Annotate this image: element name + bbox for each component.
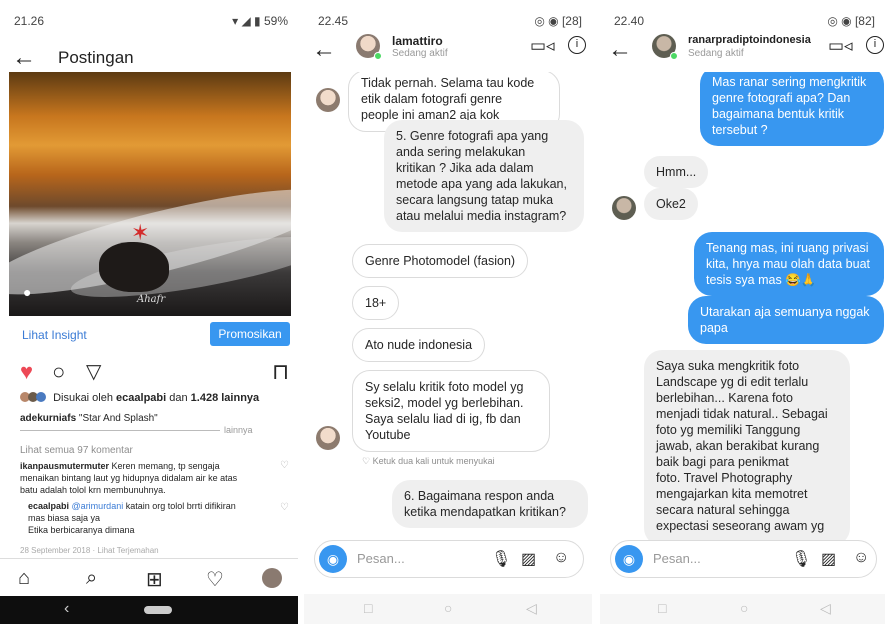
caption-divider — [20, 430, 220, 431]
contact-status: Sedang aktif — [688, 48, 744, 59]
system-back-icon[interactable]: ◁ — [820, 600, 831, 617]
message-bubble[interactable]: Sy selalu kritik foto model yg seksi2, m… — [352, 370, 550, 452]
back-arrow-icon[interactable]: ← — [12, 46, 36, 70]
battery-level: ◎ ◉ [28] — [534, 14, 582, 28]
system-nav-bar: ‹ — [0, 596, 298, 624]
chat-header: ← ranarpradiptoindonesia Sedang aktif ▭◃… — [600, 28, 885, 72]
search-icon[interactable]: ⌕ — [86, 567, 97, 590]
status-time: 22.45 — [318, 14, 349, 28]
caption-text: "Star And Splash" — [78, 413, 158, 424]
contact-name[interactable]: ranarpradiptoindonesia — [688, 34, 811, 46]
share-icon[interactable]: ▽ — [86, 360, 101, 384]
sticker-icon[interactable]: ☺ — [553, 549, 569, 567]
message-bubble[interactable]: 18+ — [352, 286, 400, 320]
message-composer: ◉ Pesan... 🎙 ▨ ☺ — [314, 540, 584, 578]
post-caption: adekurniafs "Star And Splash" — [20, 413, 158, 424]
contact-avatar[interactable] — [316, 426, 340, 450]
contact-avatar[interactable] — [316, 88, 340, 112]
home-icon[interactable]: ⌂ — [18, 567, 30, 590]
message-bubble[interactable]: Hmm... — [644, 156, 709, 188]
battery-level: ▾ ◢ ▮ 59% — [232, 14, 288, 28]
direct-message-screen: 22.45 ◎ ◉ [28] Tidak pernah. Selama tau … — [304, 0, 592, 624]
activity-heart-icon[interactable]: ♡ — [206, 567, 224, 592]
system-home-pill[interactable] — [144, 606, 172, 614]
comment-user[interactable]: ikanpausmutermuter — [20, 461, 109, 471]
caption-more-link[interactable]: lainnya — [224, 425, 253, 435]
comment-like-icon[interactable]: ♡ — [280, 502, 289, 513]
camera-icon[interactable]: ◉ — [615, 545, 643, 573]
info-icon[interactable]: i — [568, 36, 586, 54]
message-bubble[interactable]: Ato nude indonesia — [352, 328, 486, 362]
post-actions: ♥ ○ ▽ ⊓ — [0, 360, 298, 388]
status-time: 21.26 — [14, 14, 45, 28]
view-insight-link[interactable]: Lihat Insight — [22, 328, 87, 342]
back-arrow-icon[interactable]: ← — [608, 38, 632, 62]
home-circle-icon[interactable]: ○ — [444, 600, 452, 616]
comment-icon[interactable]: ○ — [52, 360, 65, 384]
comment-mention[interactable]: @arimurdani — [72, 501, 124, 511]
starfish-icon: ✶ — [131, 220, 150, 245]
photo-signature: Ahafr — [137, 294, 166, 305]
comment-item: ikanpausmutermuter Keren memang, tp seng… — [20, 461, 238, 495]
message-composer: ◉ Pesan... 🎙 ▨ ☺ — [610, 540, 877, 578]
post-photo[interactable]: ✶ ● Ahafr — [9, 72, 291, 316]
bookmark-icon[interactable]: ⊓ — [272, 360, 289, 384]
status-bar: 21.26 ▾ ◢ ▮ 59% — [0, 0, 298, 36]
online-status-dot — [374, 52, 382, 60]
likes-summary[interactable]: Disukai oleh ecaalpabi dan 1.428 lainnya — [20, 392, 259, 404]
page-title: Postingan — [58, 48, 134, 67]
video-call-icon[interactable]: ▭◃ — [828, 36, 853, 56]
system-back-icon[interactable]: ‹ — [64, 600, 69, 618]
message-input[interactable]: Pesan... — [653, 551, 701, 566]
message-bubble[interactable]: 5. Genre fotografi apa yang anda sering … — [384, 120, 584, 232]
recents-icon[interactable]: □ — [364, 600, 372, 616]
info-icon[interactable]: i — [866, 36, 884, 54]
profile-avatar[interactable] — [262, 568, 282, 588]
heart-icon[interactable]: ♥ — [20, 360, 33, 384]
message-input[interactable]: Pesan... — [357, 551, 405, 566]
promote-button[interactable]: Promosikan — [210, 322, 290, 346]
direct-message-screen: 22.40 ◎ ◉ [82] Mas ranar sering mengkrit… — [600, 0, 885, 624]
gallery-icon[interactable]: ▨ — [521, 549, 536, 569]
camera-icon[interactable]: ◉ — [319, 545, 347, 573]
microphone-icon[interactable]: 🎙 — [791, 549, 811, 569]
liker-avatar — [36, 392, 46, 402]
status-time: 22.40 — [614, 14, 645, 28]
message-bubble[interactable]: Tenang mas, ini ruang privasi kita, hnya… — [694, 232, 884, 296]
home-circle-icon[interactable]: ○ — [740, 600, 748, 616]
chat-header: ← lamattiro Sedang aktif ▭◃ i — [304, 28, 592, 72]
photo-rock — [99, 242, 169, 292]
gallery-icon[interactable]: ▨ — [821, 549, 836, 569]
recents-icon[interactable]: □ — [658, 600, 666, 616]
comment-like-icon[interactable]: ♡ — [280, 460, 289, 471]
contact-name[interactable]: lamattiro — [392, 34, 443, 48]
system-nav-bar: □ ○ ◁ — [600, 594, 885, 624]
system-nav-bar: □ ○ ◁ — [304, 594, 592, 624]
message-bubble[interactable]: 6. Bagaimana respon anda ketika mendapat… — [392, 480, 588, 528]
message-bubble[interactable]: Mas ranar sering mengkritik genre fotogr… — [700, 66, 884, 146]
back-arrow-icon[interactable]: ← — [312, 38, 336, 62]
post-date: 28 September 2018 · Lihat Terjemahan — [20, 546, 159, 555]
message-bubble[interactable]: Genre Photomodel (fasion) — [352, 244, 529, 278]
add-post-icon[interactable]: ⊞ — [146, 567, 163, 592]
comment-user[interactable]: ecaalpabi — [28, 501, 69, 511]
comment-reply-item: ecaalpabi @arimurdani katain org tolol b… — [28, 501, 236, 535]
contact-avatar[interactable] — [612, 196, 636, 220]
bottom-nav: ⌂ ⌕ ⊞ ♡ — [0, 558, 298, 596]
contact-status: Sedang aktif — [392, 48, 448, 59]
tag-person-icon[interactable]: ● — [23, 284, 31, 300]
instagram-post-screen: 21.26 ▾ ◢ ▮ 59% ← Postingan ✶ ● Ahafr Li… — [0, 0, 298, 624]
message-bubble[interactable]: Saya suka mengkritik foto Landscape yg d… — [644, 350, 850, 546]
system-back-icon[interactable]: ◁ — [526, 600, 537, 617]
online-status-dot — [670, 52, 678, 60]
microphone-icon[interactable]: 🎙 — [491, 549, 511, 569]
double-tap-like-hint: ♡ Ketuk dua kali untuk menyukai — [362, 456, 495, 466]
video-call-icon[interactable]: ▭◃ — [530, 36, 555, 56]
caption-user[interactable]: adekurniafs — [20, 413, 76, 424]
battery-level: ◎ ◉ [82] — [827, 14, 875, 28]
message-bubble[interactable]: Oke2 — [644, 188, 698, 220]
message-bubble[interactable]: Utarakan aja semuanya nggak papa — [688, 296, 884, 344]
view-all-comments-link[interactable]: Lihat semua 97 komentar — [20, 445, 133, 456]
sticker-icon[interactable]: ☺ — [853, 549, 869, 567]
